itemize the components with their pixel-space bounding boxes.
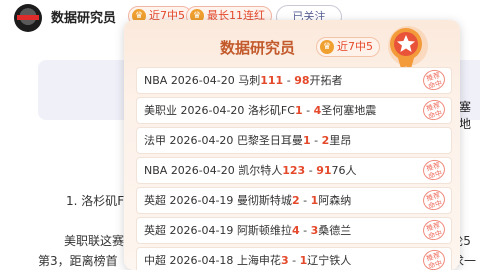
away-team: 里昂 bbox=[329, 134, 352, 147]
hit-stamp-icon: 推荐 命中 bbox=[420, 188, 448, 213]
record-row[interactable]: 美职业 2026-04-20 洛杉矶FC1 - 4圣何塞地震 推荐 命中 bbox=[136, 97, 452, 124]
away-team: 阿森纳 bbox=[318, 194, 352, 207]
away-score: 91 bbox=[316, 164, 332, 177]
home-score: 4 bbox=[291, 224, 300, 237]
home-team: 阿斯顿维拉 bbox=[236, 224, 292, 237]
score-separator: - bbox=[310, 134, 322, 147]
league-label: 英超 bbox=[144, 224, 166, 237]
record-row[interactable]: 英超 2026-04-19 曼彻斯特城2 - 1阿森纳 推荐 命中 bbox=[136, 187, 452, 214]
hit-stamp-icon: 推荐 命中 bbox=[420, 68, 448, 93]
author-name[interactable]: 数据研究员 bbox=[51, 7, 116, 26]
match-date: 2026-04-20 bbox=[170, 74, 235, 87]
record-row[interactable]: 中超 2026-04-18 上海申花3 - 1辽宁铁人 推荐 命中 bbox=[136, 247, 452, 270]
record-row[interactable]: 法甲 2026-04-20 巴黎圣日耳曼1 - 2里昂 bbox=[136, 127, 452, 154]
league-label: 法甲 bbox=[144, 134, 166, 147]
record-row[interactable]: 英超 2026-04-19 阿斯顿维拉4 - 3桑德兰 推荐 命中 bbox=[136, 217, 452, 244]
league-label: NBA bbox=[144, 74, 168, 87]
home-team: 曼彻斯特城 bbox=[236, 194, 292, 207]
home-score: 1 bbox=[302, 134, 311, 147]
score-separator: - bbox=[299, 224, 311, 237]
section-heading: 1. 洛杉矶FC bbox=[66, 194, 133, 208]
home-score: 111 bbox=[260, 74, 284, 87]
hit-stamp-icon: 推荐 命中 bbox=[420, 158, 448, 183]
match-date: 2026-04-18 bbox=[169, 254, 234, 267]
match-date: 2026-04-20 bbox=[169, 134, 234, 147]
home-score: 3 bbox=[280, 254, 289, 267]
avatar[interactable] bbox=[14, 4, 42, 32]
home-team: 巴黎圣日耳曼 bbox=[236, 134, 303, 147]
away-team: 开拓者 bbox=[309, 74, 343, 87]
record-list: NBA 2026-04-20 马刺111 - 98开拓者 推荐 命中 美职业 2026… bbox=[136, 67, 452, 270]
home-team: 上海申花 bbox=[236, 254, 281, 267]
away-score: 98 bbox=[294, 74, 310, 87]
author-record-popup: 数据研究员 ♛ 近7中5 NBA 2026-04-20 马刺111 - 98开拓… bbox=[124, 20, 460, 270]
hit-stamp-icon: 推荐 命中 bbox=[420, 98, 448, 123]
article-paragraph-line: 第3，距离榜首 bbox=[38, 254, 118, 268]
avatar-band bbox=[17, 15, 39, 20]
league-label: 中超 bbox=[144, 254, 166, 267]
hit-stamp-icon: 推荐 命中 bbox=[420, 248, 448, 270]
popup-title: 数据研究员 bbox=[220, 39, 296, 57]
away-team: 桑德兰 bbox=[318, 224, 352, 237]
home-score: 1 bbox=[294, 104, 303, 117]
home-team: 凯尔特人 bbox=[238, 164, 283, 177]
away-team: 辽宁铁人 bbox=[307, 254, 352, 267]
article-title-fragment: 塞地 bbox=[459, 100, 472, 131]
home-team: 洛杉矶FC bbox=[247, 104, 295, 117]
away-team: 76人 bbox=[331, 164, 357, 177]
league-label: 英超 bbox=[144, 194, 166, 207]
crown-icon: ♛ bbox=[320, 40, 334, 54]
match-date: 2026-04-19 bbox=[169, 224, 234, 237]
league-label: NBA bbox=[144, 164, 168, 177]
home-score: 2 bbox=[291, 194, 300, 207]
record-row[interactable]: NBA 2026-04-20 凯尔特人123 - 9176人 推荐 命中 bbox=[136, 157, 452, 184]
score-separator: - bbox=[305, 164, 317, 177]
popup-record-badge: ♛ 近7中5 bbox=[316, 37, 380, 57]
score-separator: - bbox=[302, 104, 314, 117]
home-team: 马刺 bbox=[238, 74, 261, 87]
match-date: 2026-04-20 bbox=[170, 164, 235, 177]
away-team: 圣何塞地震 bbox=[321, 104, 377, 117]
article-paragraph-line: 美职联这赛 bbox=[64, 234, 125, 248]
league-label: 美职业 bbox=[144, 104, 177, 117]
match-date: 2026-04-20 bbox=[180, 104, 245, 117]
match-date: 2026-04-19 bbox=[169, 194, 234, 207]
record-row[interactable]: NBA 2026-04-20 马刺111 - 98开拓者 推荐 命中 bbox=[136, 67, 452, 94]
score-separator: - bbox=[299, 194, 311, 207]
score-separator: - bbox=[283, 74, 295, 87]
score-separator: - bbox=[288, 254, 300, 267]
hit-stamp-icon: 推荐 命中 bbox=[420, 218, 448, 243]
home-score: 123 bbox=[282, 164, 306, 177]
popup-record-label: 近7中5 bbox=[337, 40, 373, 53]
